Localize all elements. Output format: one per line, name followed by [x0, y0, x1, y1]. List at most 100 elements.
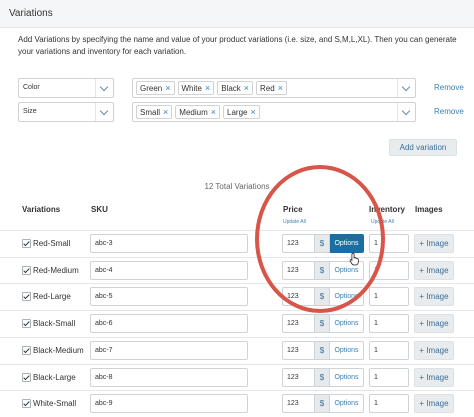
variation-checkbox[interactable] [22, 372, 31, 382]
sku-input[interactable]: abc-7 [90, 340, 248, 360]
sku-input[interactable]: abc-8 [90, 367, 248, 387]
tag-label: Medium [179, 107, 208, 117]
total-variations-count: 12 Total Variations [204, 182, 270, 191]
chevron-down-icon[interactable] [397, 79, 415, 97]
variation-name: White-Small [33, 399, 77, 409]
price-options-button[interactable]: Options [330, 394, 364, 414]
add-image-button[interactable]: + Image [414, 234, 454, 253]
inventory-value: 1 [374, 373, 378, 381]
price-options-button[interactable]: Options [330, 287, 364, 307]
add-image-button[interactable]: + Image [414, 340, 454, 360]
price-value: 123 [287, 320, 299, 328]
price-input[interactable]: 123 [282, 287, 314, 307]
remove-tag-icon[interactable]: × [244, 83, 249, 93]
price-update-all-link[interactable]: Update All [283, 219, 306, 225]
add-image-button[interactable]: + Image [414, 314, 454, 334]
variation-row: Black-Small abc-6 123 $ Options 1 + Image [0, 310, 474, 337]
variation-checkbox[interactable] [22, 319, 31, 329]
sku-input[interactable]: abc-9 [90, 394, 248, 414]
add-image-button[interactable]: + Image [414, 287, 454, 307]
attribute-values-input-size[interactable]: Small × Medium × Large × [132, 102, 416, 122]
variation-checkbox[interactable] [22, 239, 31, 248]
inventory-input[interactable]: 1 [369, 314, 409, 334]
variation-name: Black-Medium [33, 345, 84, 355]
value-tag: Medium × [175, 105, 220, 119]
price-input[interactable]: 123 [282, 314, 314, 334]
section-header: Variations [0, 0, 474, 28]
sku-input[interactable]: abc-3 [90, 234, 248, 253]
inventory-input[interactable]: 1 [369, 394, 409, 414]
sku-input[interactable]: abc-6 [90, 314, 248, 334]
price-input[interactable]: 123 [282, 260, 314, 280]
sku-input[interactable]: abc-4 [90, 260, 248, 280]
price-options-button[interactable]: Options [330, 367, 364, 387]
sku-value: abc-7 [95, 346, 113, 354]
attribute-name-select-color[interactable]: Color [18, 78, 114, 98]
inventory-update-all-link[interactable]: Update All [371, 219, 394, 225]
currency-dollar-icon: $ [314, 260, 330, 280]
add-image-button[interactable]: + Image [414, 394, 454, 414]
inventory-input[interactable]: 1 [369, 234, 409, 253]
inventory-input[interactable]: 1 [369, 260, 409, 280]
price-options-button[interactable]: Options [330, 340, 364, 360]
remove-tag-icon[interactable]: × [278, 83, 283, 93]
currency-dollar-icon: $ [314, 340, 330, 360]
check-icon [23, 400, 30, 407]
price-value: 123 [287, 373, 299, 381]
variation-checkbox[interactable] [22, 399, 31, 409]
attribute-name-select-size[interactable]: Size [18, 102, 114, 122]
remove-tag-icon[interactable]: × [250, 107, 255, 117]
currency-dollar-icon: $ [314, 287, 330, 307]
variation-checkbox[interactable] [22, 345, 31, 355]
remove-attribute-link[interactable]: Remove [434, 107, 464, 116]
tag-label: Small [140, 107, 161, 117]
remove-tag-icon[interactable]: × [211, 107, 216, 117]
sku-value: abc-9 [95, 400, 113, 408]
column-header-price: Price [283, 205, 303, 214]
column-header-sku: SKU [91, 205, 108, 214]
add-image-button[interactable]: + Image [414, 367, 454, 387]
chevron-down-icon [95, 79, 113, 97]
currency-dollar-icon: $ [314, 314, 330, 334]
attribute-name-value: Color [23, 84, 40, 91]
remove-tag-icon[interactable]: × [205, 83, 210, 93]
price-input[interactable]: 123 [282, 234, 314, 253]
remove-tag-icon[interactable]: × [163, 107, 168, 117]
inventory-input[interactable]: 1 [369, 287, 409, 307]
remove-attribute-link[interactable]: Remove [434, 83, 464, 92]
remove-tag-icon[interactable]: × [165, 83, 170, 93]
check-icon [23, 319, 30, 327]
variation-checkbox[interactable] [22, 292, 31, 302]
variation-name: Red-Large [33, 292, 71, 302]
variation-name: Red-Small [33, 239, 71, 248]
attribute-values-input-color[interactable]: Green × White × Black × Red × [132, 78, 416, 98]
tag-label: White [181, 83, 202, 93]
price-value: 123 [287, 400, 299, 408]
value-tag: Green × [136, 81, 175, 95]
add-image-button[interactable]: + Image [414, 260, 454, 280]
price-options-button[interactable]: Options [330, 234, 364, 253]
section-description: Add Variations by specifying the name an… [18, 35, 457, 56]
inventory-value: 1 [374, 320, 378, 328]
price-input[interactable]: 123 [282, 340, 314, 360]
sku-value: abc-6 [95, 320, 113, 328]
chevron-down-icon[interactable] [397, 103, 415, 121]
sku-input[interactable]: abc-5 [90, 287, 248, 307]
check-icon [23, 239, 30, 247]
price-options-button[interactable]: Options [330, 314, 364, 334]
variation-row: White-Small abc-9 123 $ Options 1 + Image [0, 390, 474, 417]
sku-value: abc-4 [95, 266, 113, 274]
inventory-input[interactable]: 1 [369, 367, 409, 387]
inventory-input[interactable]: 1 [369, 340, 409, 360]
hand-cursor-icon [349, 252, 359, 266]
add-variation-button[interactable]: Add variation [389, 139, 457, 156]
price-input[interactable]: 123 [282, 394, 314, 414]
currency-dollar-icon: $ [314, 367, 330, 387]
variation-row: Black-Medium abc-7 123 $ Options 1 + Image [0, 336, 474, 364]
inventory-value: 1 [374, 266, 378, 274]
variation-checkbox[interactable] [22, 265, 31, 275]
check-icon [23, 266, 30, 273]
price-value: 123 [287, 266, 299, 274]
price-input[interactable]: 123 [282, 367, 314, 387]
price-value: 123 [287, 293, 299, 301]
